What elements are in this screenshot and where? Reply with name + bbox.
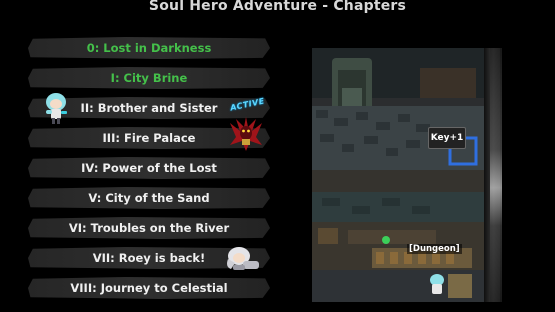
map-preview: [312, 48, 484, 302]
map-light-beam: [490, 48, 502, 302]
screen-title: Soul Hero Adventure - Chapters: [148, 0, 407, 14]
chapter-item-5[interactable]: V: City of the Sand: [28, 187, 270, 209]
chapter-item-4[interactable]: IV: Power of the Lost: [28, 157, 270, 179]
chapter-item-1[interactable]: I: City Brine: [28, 67, 270, 89]
chapter-item-0[interactable]: 0: Lost in Darkness: [28, 37, 270, 59]
fire-demon-icon: [230, 117, 262, 151]
map-tiles-icon: [312, 48, 484, 302]
key-pickup-label: Key+1: [428, 127, 466, 149]
chapter-item-6[interactable]: VI: Troubles on the River: [28, 217, 270, 239]
dungeon-location-label: [Dungeon]: [407, 244, 462, 254]
chapter-item-8[interactable]: VIII: Journey to Celestial: [28, 277, 270, 299]
roey-sprite-icon: [227, 247, 259, 270]
hero-sprite-icon: [46, 93, 67, 124]
